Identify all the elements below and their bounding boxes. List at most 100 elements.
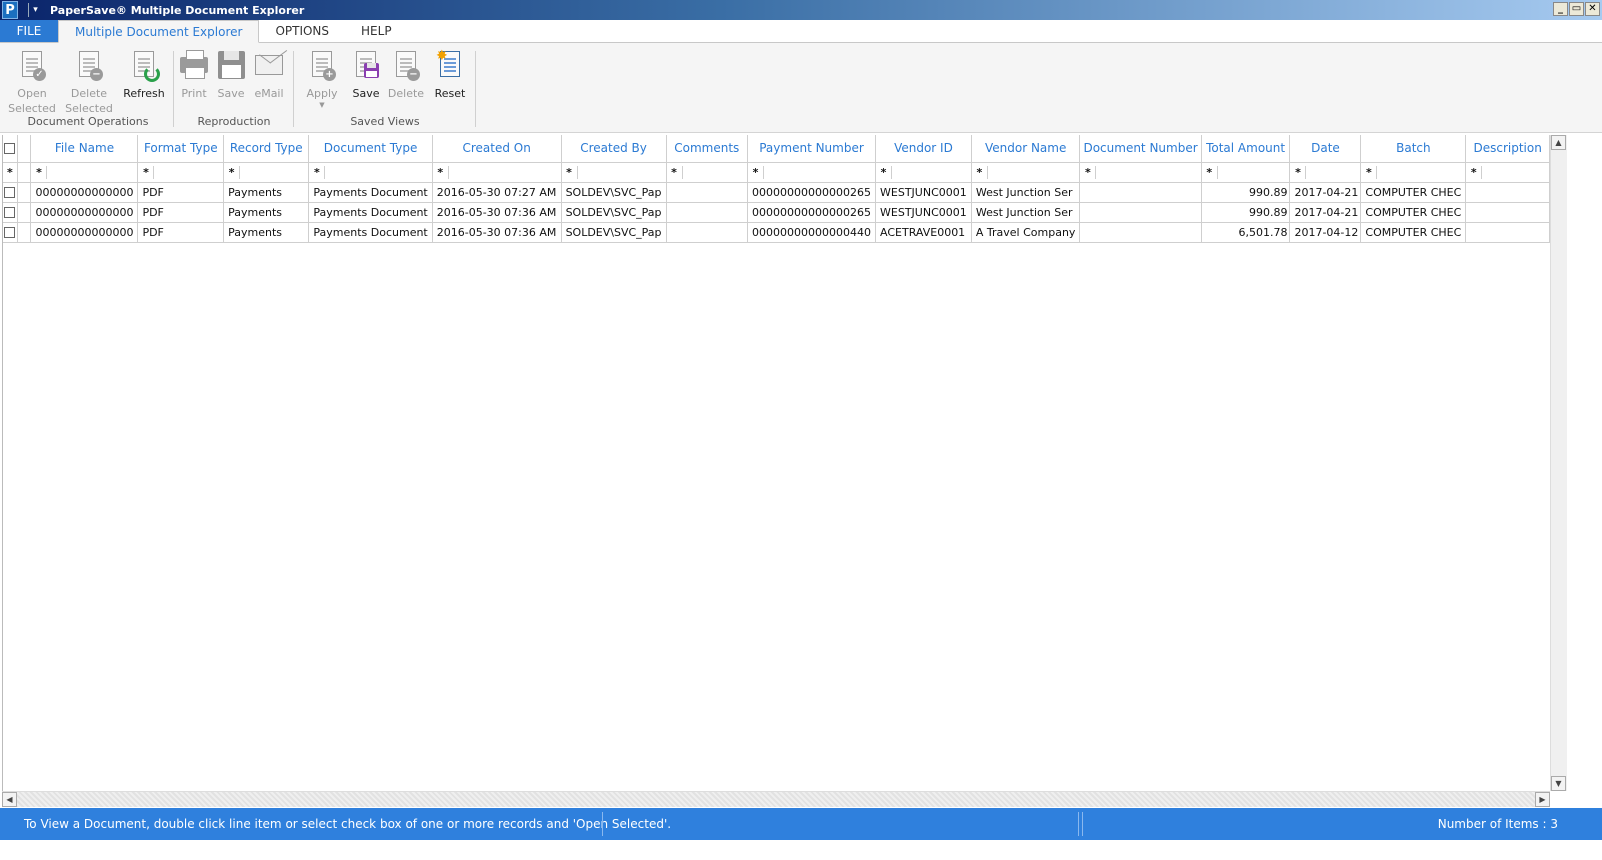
filter-operator-icon[interactable]: * bbox=[1466, 165, 1483, 179]
filter-operator-icon[interactable]: * bbox=[224, 165, 241, 179]
filter-cell[interactable]: * bbox=[1360, 162, 1467, 183]
ribbon-tabs: FILE Multiple Document Explorer OPTIONS … bbox=[0, 20, 1602, 43]
filter-operator-icon[interactable]: * bbox=[1202, 165, 1218, 179]
delete-selected-button[interactable]: − Delete Selected bbox=[62, 47, 116, 116]
col-header-created-on[interactable]: Created On bbox=[432, 135, 562, 163]
col-header-date[interactable]: Date bbox=[1289, 135, 1362, 163]
table-cell bbox=[1465, 182, 1550, 203]
filter-cell[interactable]: * bbox=[432, 162, 562, 183]
filter-operator-icon[interactable]: * bbox=[562, 165, 578, 179]
filter-operator-icon[interactable]: * bbox=[31, 165, 48, 179]
col-header-payment-number[interactable]: Payment Number bbox=[747, 135, 877, 163]
print-button[interactable]: Print bbox=[176, 47, 212, 101]
row-checkbox[interactable] bbox=[4, 207, 16, 218]
col-header-record-type[interactable]: Record Type bbox=[223, 135, 310, 163]
close-button[interactable]: ✕ bbox=[1585, 2, 1600, 16]
row-checkbox[interactable] bbox=[4, 187, 16, 198]
col-header-file-name[interactable]: File Name bbox=[30, 135, 139, 163]
tab-help[interactable]: HELP bbox=[345, 20, 408, 42]
col-header-format-type[interactable]: Format Type bbox=[137, 135, 225, 163]
minimize-button[interactable]: _ bbox=[1553, 2, 1568, 16]
quick-access-dropdown-icon[interactable]: ▾ bbox=[28, 3, 42, 17]
table-cell bbox=[1465, 202, 1550, 223]
filter-cell[interactable]: * bbox=[137, 162, 225, 183]
col-header-batch[interactable]: Batch bbox=[1360, 135, 1467, 163]
filter-cell[interactable]: * bbox=[223, 162, 310, 183]
filter-operator-icon[interactable]: * bbox=[433, 165, 449, 179]
filter-operator-icon[interactable]: * bbox=[876, 165, 893, 179]
scroll-left-icon[interactable]: ◀ bbox=[2, 792, 17, 807]
open-selected-button[interactable]: ✓ Open Selected bbox=[6, 47, 58, 116]
scroll-down-icon[interactable]: ▼ bbox=[1551, 776, 1566, 791]
apply-view-button[interactable]: + Apply ▼ bbox=[302, 47, 342, 109]
window-title: PaperSave® Multiple Document Explorer bbox=[50, 3, 305, 17]
scroll-up-icon[interactable]: ▲ bbox=[1551, 135, 1566, 150]
filter-cell[interactable]: * bbox=[1201, 162, 1291, 183]
table-cell: West Junction Ser bbox=[971, 182, 1081, 203]
save-view-icon bbox=[350, 49, 382, 83]
delete-view-icon: − bbox=[390, 49, 422, 83]
row-checkbox[interactable] bbox=[4, 227, 16, 238]
select-all-checkbox[interactable] bbox=[4, 143, 16, 155]
restore-button[interactable]: ▭ bbox=[1569, 2, 1584, 16]
reset-view-icon: ✸ bbox=[434, 49, 466, 83]
tab-file[interactable]: FILE bbox=[0, 20, 58, 42]
reproduction-save-button[interactable]: Save bbox=[214, 47, 248, 101]
apply-dropdown-icon[interactable]: ▼ bbox=[302, 101, 342, 109]
tab-options[interactable]: OPTIONS bbox=[259, 20, 345, 42]
row-select-cell[interactable] bbox=[3, 222, 18, 243]
col-header-vendor-name[interactable]: Vendor Name bbox=[971, 135, 1081, 163]
filter-operator-icon[interactable]: * bbox=[1290, 165, 1307, 179]
filter-cell[interactable]: * bbox=[1465, 162, 1550, 183]
reset-view-label: Reset bbox=[434, 87, 466, 100]
table-cell: Payments bbox=[223, 182, 310, 203]
filter-operator-icon[interactable]: * bbox=[748, 165, 765, 179]
col-header-comments[interactable]: Comments bbox=[666, 135, 749, 163]
filter-cell[interactable]: * bbox=[875, 162, 972, 183]
filter-cell[interactable]: * bbox=[666, 162, 749, 183]
refresh-button[interactable]: Refresh bbox=[120, 47, 168, 101]
email-button[interactable]: eMail bbox=[250, 47, 288, 101]
table-cell: SOLDEV\SVC_Pap bbox=[561, 222, 667, 243]
filter-operator-icon[interactable]: * bbox=[138, 165, 155, 179]
save-view-button[interactable]: Save bbox=[346, 47, 386, 101]
delete-view-button[interactable]: − Delete bbox=[386, 47, 426, 101]
filter-cell[interactable]: * bbox=[1289, 162, 1362, 183]
filter-cell[interactable]: * bbox=[561, 162, 667, 183]
filter-cell[interactable]: * bbox=[308, 162, 433, 183]
filter-cell[interactable]: * bbox=[30, 162, 139, 183]
filter-cell[interactable]: * bbox=[971, 162, 1081, 183]
filter-cell[interactable]: * bbox=[1079, 162, 1202, 183]
filter-operator-icon[interactable]: * bbox=[1361, 165, 1378, 179]
ribbon: ✓ Open Selected − Delete Selected Refres… bbox=[0, 43, 1602, 133]
row-select-cell[interactable] bbox=[3, 182, 18, 203]
table-cell: 2017-04-21 bbox=[1289, 202, 1362, 223]
table-cell: 2017-04-12 bbox=[1289, 222, 1362, 243]
row-select-cell[interactable] bbox=[3, 202, 18, 223]
filter-operator-icon[interactable]: * bbox=[309, 165, 326, 179]
table-row[interactable]: 00000000000000 PDF Payments Payments Docume… bbox=[3, 222, 1550, 243]
table-row[interactable]: 00000000000000 PDF Payments Payments Docume… bbox=[3, 182, 1550, 203]
col-header-document-type[interactable]: Document Type bbox=[308, 135, 433, 163]
horizontal-scrollbar[interactable]: ◀ ▶ bbox=[2, 791, 1550, 807]
filter-cell[interactable]: * bbox=[747, 162, 877, 183]
filter-operator-icon[interactable]: * bbox=[1080, 165, 1097, 179]
table-cell bbox=[666, 182, 749, 203]
col-header-created-by[interactable]: Created By bbox=[561, 135, 667, 163]
table-cell: COMPUTER CHEC bbox=[1360, 222, 1467, 243]
reset-view-button[interactable]: ✸ Reset bbox=[430, 47, 470, 101]
filter-operator-icon[interactable]: * bbox=[972, 165, 988, 179]
reproduction-save-label: Save bbox=[217, 87, 245, 100]
filter-operator-icon[interactable]: * bbox=[667, 165, 683, 179]
select-all-header[interactable] bbox=[3, 135, 18, 163]
table-row[interactable]: 00000000000000 PDF Payments Payments Docume… bbox=[3, 202, 1550, 223]
col-header-total-amount[interactable]: Total Amount bbox=[1201, 135, 1291, 163]
scroll-right-icon[interactable]: ▶ bbox=[1535, 792, 1550, 807]
email-label: eMail bbox=[254, 87, 284, 100]
table-cell: 990.89 bbox=[1201, 182, 1291, 203]
col-header-vendor-id[interactable]: Vendor ID bbox=[875, 135, 972, 163]
col-header-description[interactable]: Description bbox=[1465, 135, 1550, 163]
col-header-document-number[interactable]: Document Number bbox=[1079, 135, 1202, 163]
vertical-scrollbar[interactable]: ▲ ▼ bbox=[1550, 135, 1567, 791]
tab-multiple-document-explorer[interactable]: Multiple Document Explorer bbox=[58, 20, 260, 43]
